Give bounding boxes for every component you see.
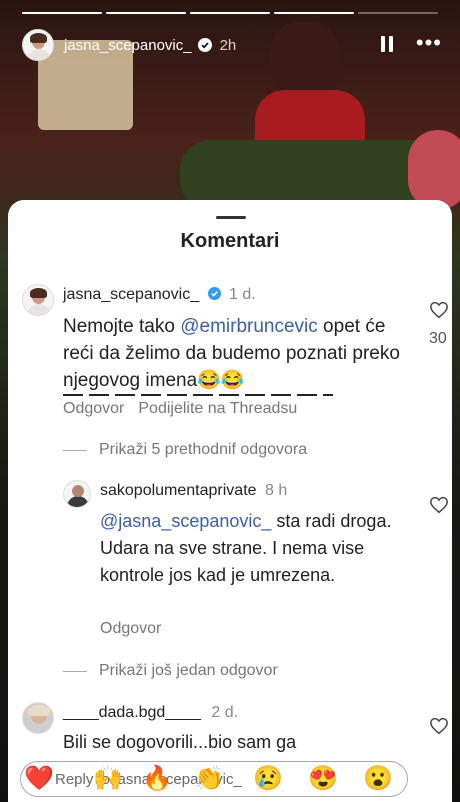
progress-segment <box>106 12 186 14</box>
verified-badge-icon <box>207 287 221 300</box>
emoji-raised-hands-reaction[interactable]: 🙌 <box>93 766 123 792</box>
comment-username[interactable]: jasna_scepanovic_ <box>63 286 199 303</box>
comment-text: Bili se dogovorili...bio sam ga <box>63 732 297 752</box>
emoji-surprised-reaction[interactable]: 😮 <box>363 766 393 792</box>
comment-mention[interactable]: @jasna_scepanovic_ <box>100 511 271 531</box>
emoji-clap-reaction[interactable]: 👏 <box>194 766 224 792</box>
story-avatar[interactable] <box>22 29 54 61</box>
emoji-heart-reaction[interactable]: ❤️ <box>24 766 54 792</box>
progress-segment <box>358 12 438 14</box>
emoji-crying-reaction[interactable]: 😢 <box>253 766 283 792</box>
comment-time: 1 d. <box>229 286 256 303</box>
comment-username[interactable]: sakopolumentaprivate <box>100 482 257 499</box>
share-threads-button[interactable]: Podijelite na Threadsu <box>138 400 297 417</box>
emoji-heart-eyes-reaction[interactable]: 😍 <box>308 766 338 792</box>
more-options-icon[interactable]: ••• <box>416 32 442 54</box>
like-heart-icon[interactable] <box>429 717 449 735</box>
comment-avatar[interactable] <box>63 480 91 508</box>
progress-segment <box>274 12 354 14</box>
emoji-fire-reaction[interactable]: 🔥 <box>142 766 172 792</box>
comment-time: 2 d. <box>211 704 239 721</box>
progress-segment <box>22 12 102 14</box>
replies-divider-line <box>63 670 87 672</box>
replies-toggle-label[interactable]: Prikaži 5 prethodnif odgovora <box>99 441 307 459</box>
verified-badge-icon <box>197 38 212 52</box>
comment-username-row: ____dada.bgd____ 2 d. <box>63 704 238 722</box>
reply-button[interactable]: Odgovor <box>63 400 124 417</box>
comment-username[interactable]: ____dada.bgd____ <box>63 704 201 721</box>
story-progress <box>22 12 438 14</box>
like-story-heart-icon[interactable] <box>418 767 442 789</box>
comment-username-row: jasna_scepanovic_ 1 d. <box>63 286 256 304</box>
sheet-title: Komentari <box>180 230 280 252</box>
replies-toggle-label[interactable]: Prikaži još jedan odgovor <box>99 662 278 680</box>
like-count: 30 <box>429 330 447 347</box>
comment-avatar[interactable] <box>22 284 54 316</box>
like-heart-icon[interactable] <box>429 301 449 319</box>
progress-segment <box>190 12 270 14</box>
like-heart-icon[interactable] <box>429 496 449 514</box>
comment-avatar[interactable] <box>22 702 54 734</box>
comment-text-part: Nemojte tako <box>63 316 181 337</box>
show-replies-toggle[interactable]: Prikaži 5 prethodnif odgovora <box>63 441 307 459</box>
comments-sheet: Komentari jasna_scepanovic_ 1 d. Nemojte… <box>8 200 452 802</box>
comment-text: Nemojte tako @emirbruncevic opet će reći… <box>63 313 403 394</box>
background-pink-object <box>408 130 460 210</box>
comment-actions: Odgovor Podijelite na Threadsu <box>63 400 311 418</box>
comment-time: 8 h <box>265 482 288 499</box>
comment-mention[interactable]: @emirbruncevic <box>180 316 318 337</box>
show-replies-toggle[interactable]: Prikaži još jedan odgovor <box>63 662 278 680</box>
story-username[interactable]: jasna_scepanovic_ <box>64 37 192 54</box>
story-header: jasna_scepanovic_ 2h ••• <box>22 28 448 62</box>
comment-actions: Odgovor <box>100 620 175 638</box>
comment-username-row: sakopolumentaprivate 8 h <box>100 482 287 500</box>
reply-bar: ❤️ 🙌 🔥 👏 😢 😍 😮 <box>8 756 452 802</box>
comment-text: @jasna_scepanovic_ sta radi droga. Udara… <box>100 508 400 589</box>
comment-underline-decoration <box>63 394 333 396</box>
sheet-grabber[interactable] <box>216 216 246 219</box>
pause-icon[interactable] <box>380 36 394 52</box>
replies-divider-line <box>63 449 87 451</box>
reply-button[interactable]: Odgovor <box>100 620 161 637</box>
story-time: 2h <box>219 36 237 54</box>
